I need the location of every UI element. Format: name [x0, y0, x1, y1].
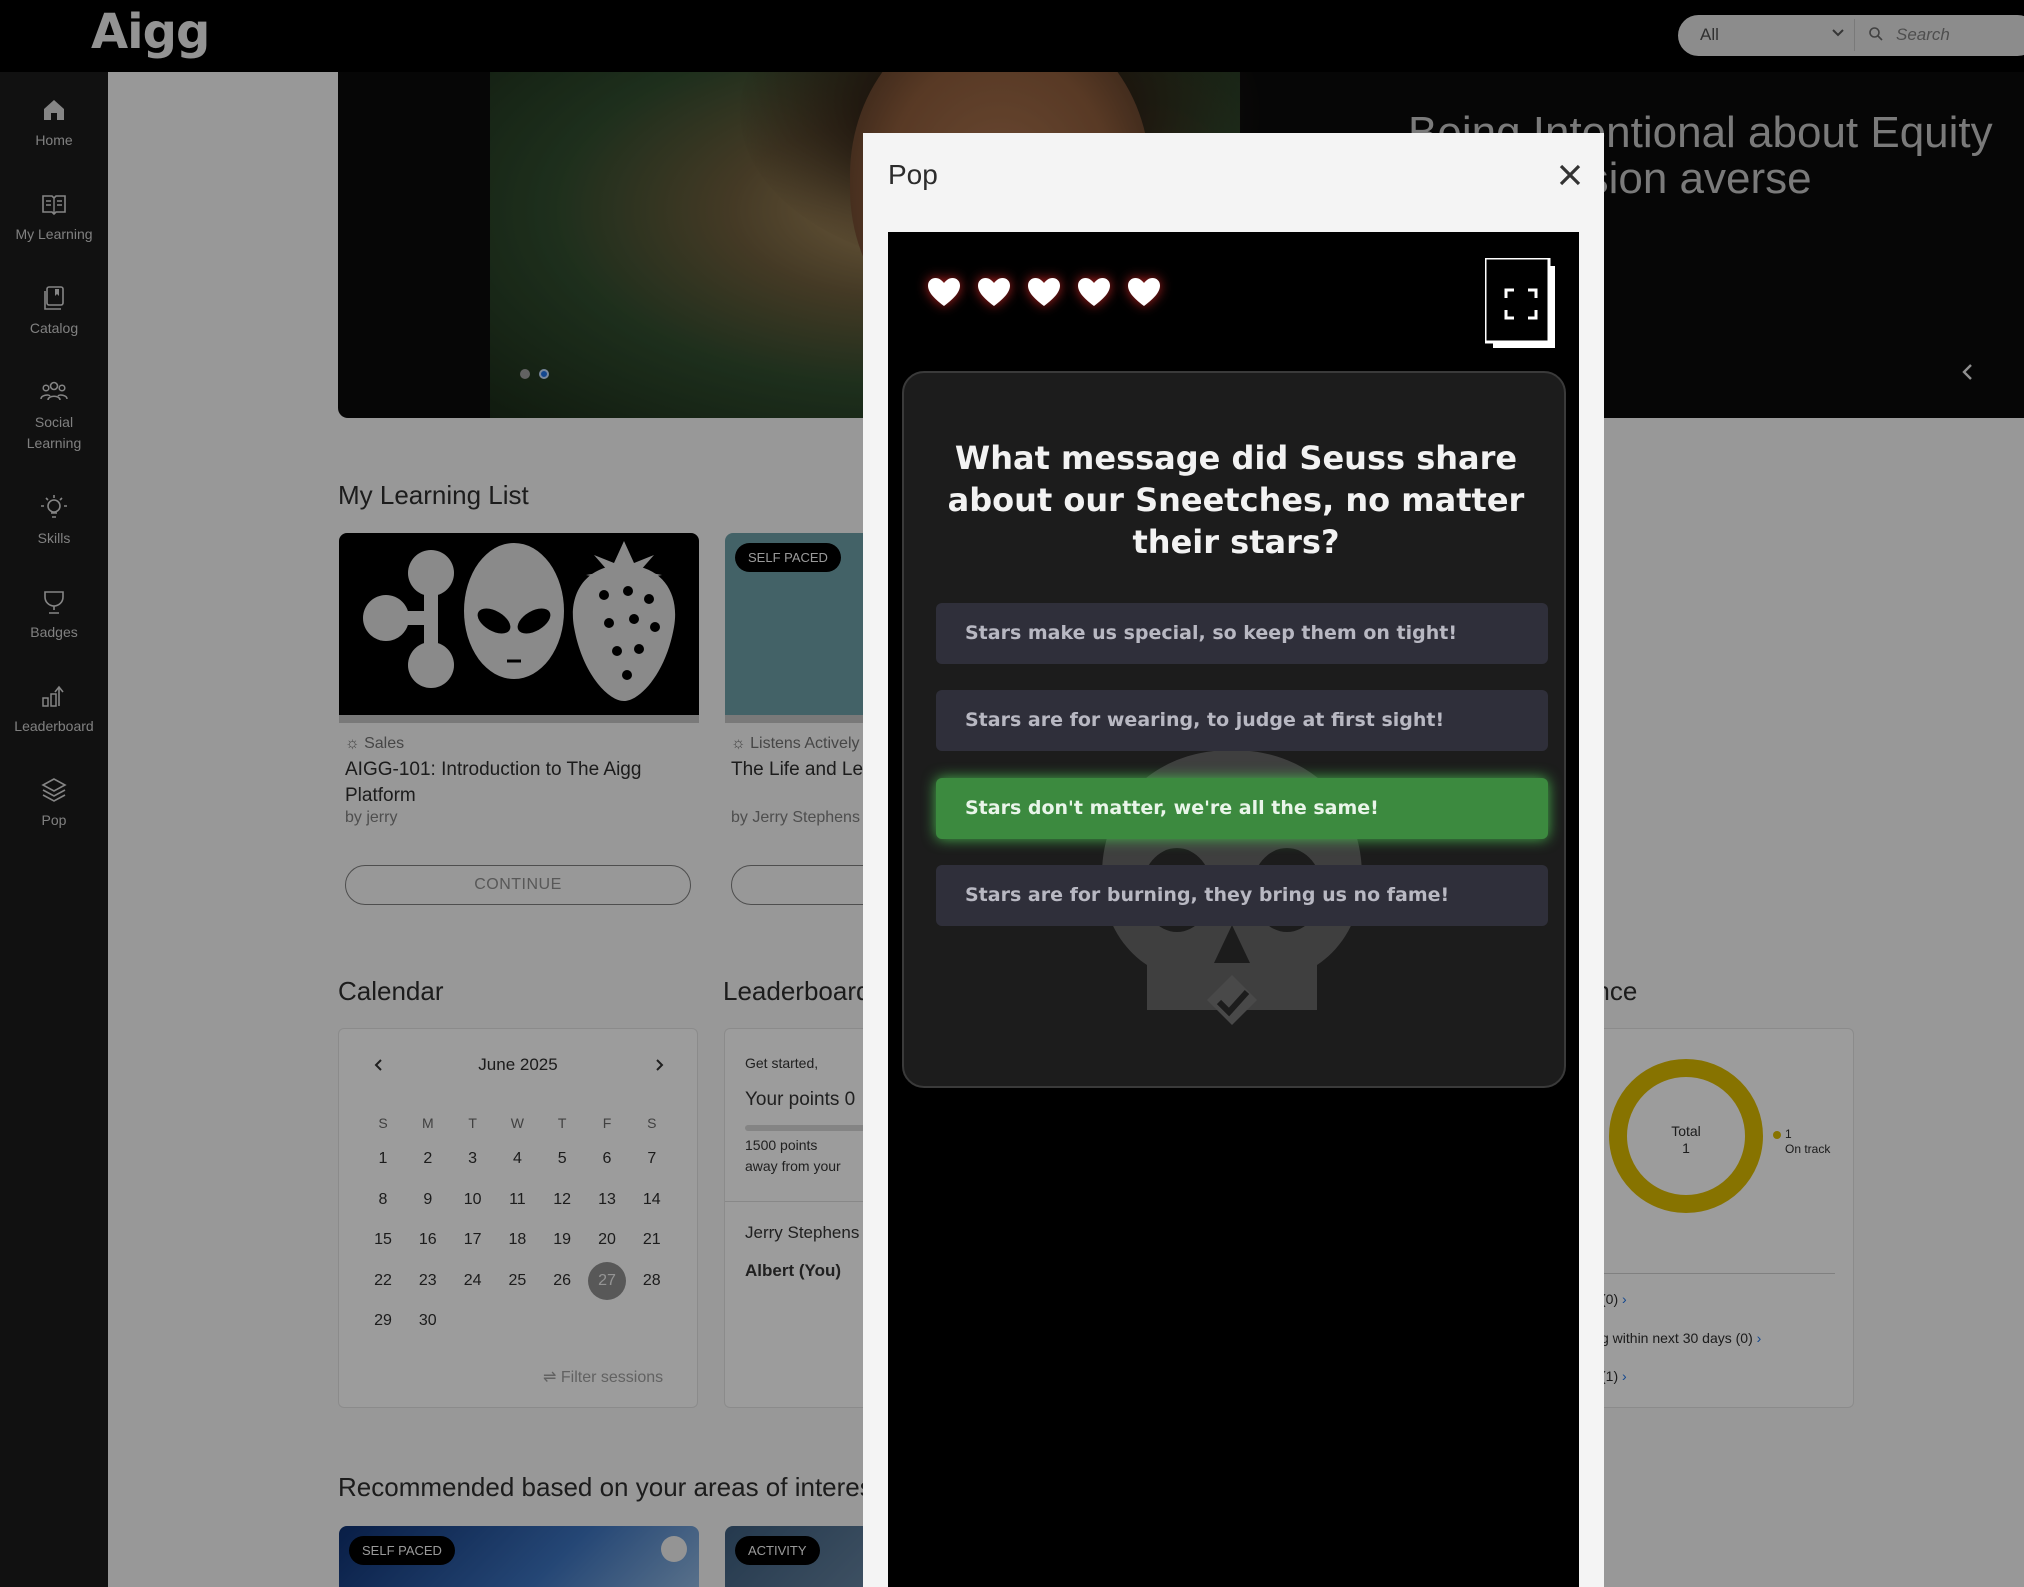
answer-option-2[interactable]: Stars are for wearing, to judge at first…: [936, 690, 1548, 751]
quiz-question: What message did Seuss share about our S…: [947, 439, 1525, 561]
question-card: What message did Seuss share about our S…: [902, 371, 1566, 1088]
lives-indicator: [926, 276, 1176, 313]
heart-icon: [978, 278, 1010, 306]
pop-modal: Pop What message did Seuss share about o…: [863, 133, 1604, 1587]
modal-title: Pop: [888, 159, 938, 190]
quiz-game: What message did Seuss share about our S…: [888, 232, 1579, 1587]
fullscreen-icon[interactable]: [1485, 258, 1555, 348]
close-icon[interactable]: [1556, 161, 1584, 189]
answer-option-3[interactable]: Stars don't matter, we're all the same!: [936, 778, 1548, 839]
answer-option-4[interactable]: Stars are for burning, they bring us no …: [936, 865, 1548, 926]
heart-icon: [1028, 278, 1060, 306]
heart-icon: [928, 278, 960, 306]
heart-icon: [1128, 278, 1160, 306]
answer-option-1[interactable]: Stars make us special, so keep them on t…: [936, 603, 1548, 664]
heart-icon: [1078, 278, 1110, 306]
